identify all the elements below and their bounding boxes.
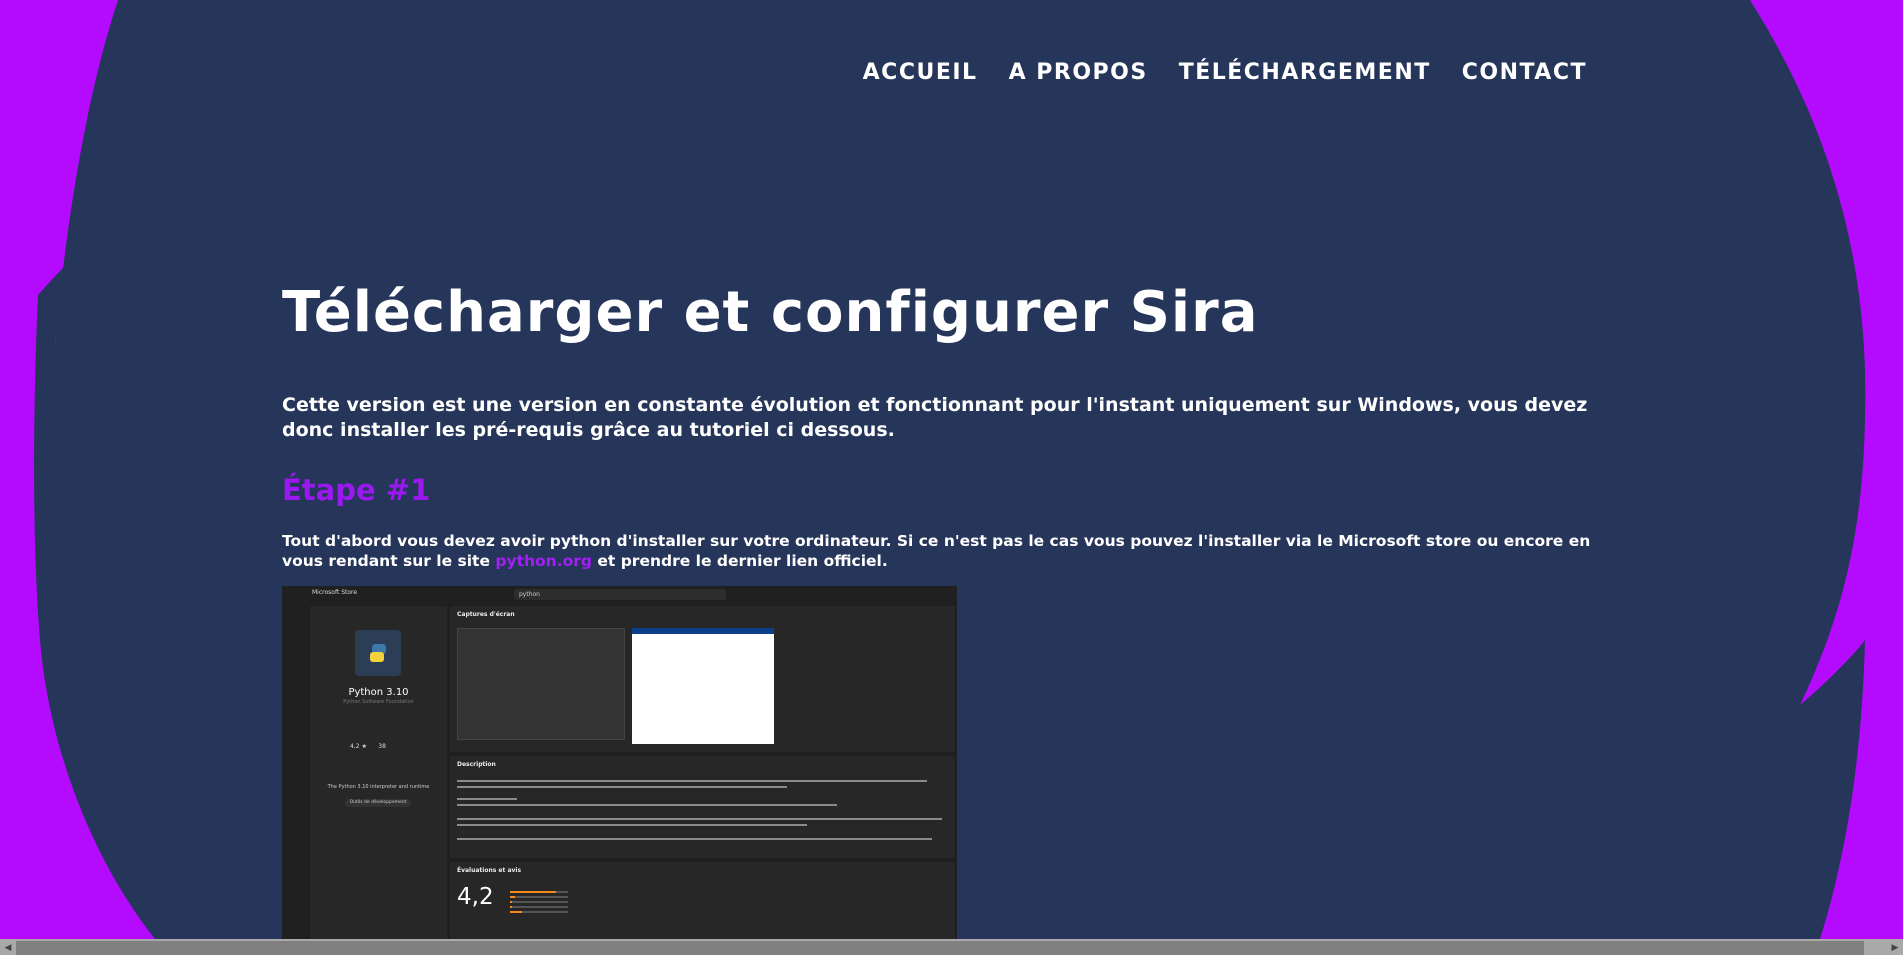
store-titlebar: Microsoft Store python	[282, 586, 957, 603]
store-app-rating: 4,2 ★ 38	[350, 743, 386, 750]
store-search-box: python	[514, 589, 726, 600]
horizontal-scrollbar-thumb[interactable]	[16, 941, 1864, 955]
rating-bar-4	[510, 896, 568, 898]
main-nav: ACCUEIL A PROPOS TÉLÉCHARGEMENT CONTACT	[863, 60, 1587, 85]
python-logo-icon	[355, 630, 401, 676]
main-content: Télécharger et configurer Sira Cette ver…	[282, 280, 1622, 571]
reviews-title: Évaluations et avis	[457, 867, 522, 874]
rating-bar-3	[510, 901, 568, 903]
description-line	[457, 804, 837, 806]
store-app-description: The Python 3.10 interpreter and runtime	[327, 784, 430, 790]
capture-idle	[632, 628, 774, 744]
nav-telechargement[interactable]: TÉLÉCHARGEMENT	[1179, 60, 1431, 85]
captures-title: Captures d'écran	[457, 611, 515, 618]
description-line	[457, 786, 787, 788]
store-sidebar	[282, 603, 308, 955]
rating-bar-fill	[510, 901, 513, 903]
nav-accueil[interactable]: ACCUEIL	[863, 60, 978, 85]
store-description-panel: Description	[450, 756, 955, 858]
store-app-category: Outils de développement	[345, 799, 411, 807]
reviews-big-rating: 4,2	[457, 884, 494, 910]
rating-bar-fill	[510, 896, 515, 898]
microsoft-store-screenshot: Microsoft Store python Python 3.10 Pytho…	[282, 586, 957, 955]
store-captures-panel: Captures d'écran	[450, 606, 955, 752]
nav-a-propos[interactable]: A PROPOS	[1009, 60, 1148, 85]
nav-contact[interactable]: CONTACT	[1462, 60, 1587, 85]
store-app-publisher: Python Software Foundation	[343, 699, 414, 705]
step-title: Étape #1	[282, 473, 431, 507]
scroll-right-arrow-icon[interactable]: ▶	[1887, 941, 1903, 955]
store-app-name: Python 3.10	[348, 687, 409, 698]
description-line	[457, 824, 807, 826]
step-paragraph: Tout d'abord vous devez avoir python d'i…	[282, 531, 1622, 571]
capture-terminal	[457, 628, 625, 740]
rating-bar-5	[510, 891, 568, 893]
rating-bar-2	[510, 906, 568, 908]
rating-bar-fill	[510, 891, 557, 893]
rating-bar-fill	[510, 906, 513, 908]
rating-bar-1	[510, 911, 568, 913]
store-rating-count: 38	[378, 743, 386, 750]
description-line	[457, 838, 932, 840]
description-title: Description	[457, 761, 496, 768]
step-text-after: et prendre le dernier lien officiel.	[591, 552, 888, 570]
store-search-value: python	[519, 591, 540, 598]
description-line	[457, 818, 942, 820]
store-rating-value: 4,2 ★	[350, 743, 367, 750]
python-link[interactable]: python.org	[495, 552, 592, 570]
store-window-title: Microsoft Store	[312, 589, 358, 596]
description-line	[457, 780, 927, 782]
scroll-left-arrow-icon[interactable]: ◀	[0, 941, 16, 955]
description-line	[457, 798, 517, 800]
lead-paragraph: Cette version est une version en constan…	[282, 394, 1588, 441]
page-title: Télécharger et configurer Sira	[282, 280, 1259, 345]
step-text-before: Tout d'abord vous devez avoir python d'i…	[282, 532, 1591, 570]
store-app-card: Python 3.10 Python Software Foundation 4…	[310, 606, 447, 955]
rating-bar-fill	[510, 911, 522, 913]
